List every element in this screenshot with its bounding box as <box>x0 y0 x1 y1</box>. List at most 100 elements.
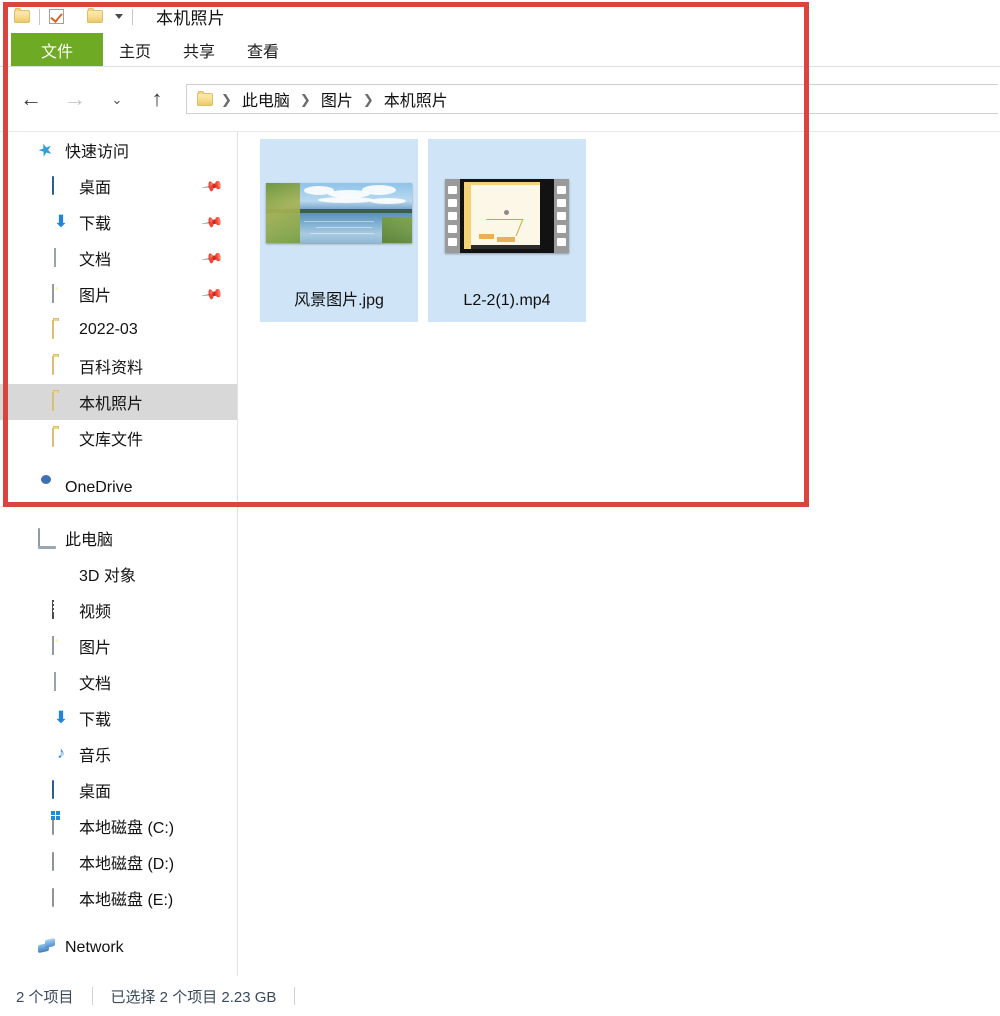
pin-icon[interactable]: 📌 <box>201 210 224 233</box>
document-icon <box>52 672 70 691</box>
3d-objects-icon <box>52 565 70 583</box>
breadcrumb-separator: ❯ <box>221 91 232 107</box>
file-item-video[interactable]: L2-2(1).mp4 <box>428 139 586 322</box>
drive-icon <box>52 852 70 871</box>
quick-access-new-folder-icon[interactable] <box>87 7 103 24</box>
nav-label: 桌面 <box>79 180 112 197</box>
quick-access-properties-icon[interactable] <box>14 7 30 24</box>
nav-label: 本地磁盘 (C:) <box>79 820 175 837</box>
star-icon: ★ <box>35 138 56 162</box>
sidebar-item-onedrive[interactable]: OneDrive <box>0 470 237 506</box>
status-divider <box>91 987 93 1005</box>
forward-button[interactable]: → <box>60 84 90 114</box>
breadcrumb-separator: ❯ <box>362 91 374 107</box>
status-bar: 2 个项目 已选择 2 个项目 2.23 GB <box>0 976 1000 1016</box>
file-list-area[interactable]: 风景图片.jpg L2-2(1).mp4 <box>238 132 1000 976</box>
ribbon-tabs: 文件 主页 共享 查看 <box>0 33 1000 67</box>
folder-icon <box>52 320 70 339</box>
download-icon: ⬇ <box>53 708 69 727</box>
breadcrumb-item-current[interactable]: 本机照片 <box>382 87 450 111</box>
toolbar-divider <box>132 8 133 25</box>
sidebar-item-3d-objects[interactable]: 3D 对象 <box>0 556 237 592</box>
tab-view[interactable]: 查看 <box>231 33 295 67</box>
sidebar-item-music[interactable]: ♪ 音乐 <box>0 736 237 772</box>
image-thumbnail <box>266 182 412 243</box>
recent-locations-button[interactable]: ⌄ <box>102 84 132 114</box>
music-icon: ♪ <box>57 745 65 762</box>
slide-content <box>464 181 540 249</box>
sidebar-item-desktop[interactable]: 桌面 📌 <box>0 168 237 204</box>
breadcrumb[interactable]: ❯ 此电脑 ❯ 图片 ❯ 本机照片 <box>186 84 998 114</box>
nav-label: 音乐 <box>79 748 112 765</box>
item-count-label: 2 个项目 <box>16 988 74 1006</box>
sidebar-item-documents-pc[interactable]: 文档 <box>0 664 237 700</box>
nav-label: 本地磁盘 (D:) <box>79 856 175 873</box>
tab-file[interactable]: 文件 <box>11 33 103 67</box>
network-icon <box>38 939 56 957</box>
thumbnail <box>428 139 586 292</box>
nav-label: 百科资料 <box>79 360 144 377</box>
desktop-icon <box>52 780 70 799</box>
sidebar-item-drive-c[interactable]: 本地磁盘 (C:) <box>0 808 237 844</box>
this-pc-icon <box>38 528 56 547</box>
film-strip-right <box>554 179 569 253</box>
file-item-image[interactable]: 风景图片.jpg <box>260 139 418 322</box>
nav-label: 下载 <box>79 712 112 729</box>
document-icon <box>52 248 70 267</box>
sidebar-item-wenku-wenjian[interactable]: 文库文件 <box>0 420 237 456</box>
back-button[interactable]: ← <box>16 84 46 114</box>
up-button[interactable]: ↑ <box>142 84 172 114</box>
ribbon-divider <box>0 66 1000 67</box>
nav-label: 文档 <box>79 676 112 693</box>
sidebar-item-drive-d[interactable]: 本地磁盘 (D:) <box>0 844 237 880</box>
thumbnail <box>260 139 418 286</box>
sidebar-item-this-pc[interactable]: 此电脑 <box>0 520 237 556</box>
window-title: 本机照片 <box>156 9 225 28</box>
nav-label: 图片 <box>79 288 112 305</box>
chevron-down-icon[interactable] <box>115 14 123 19</box>
drive-icon <box>52 888 70 907</box>
sidebar-item-pictures-pc[interactable]: 图片 <box>0 628 237 664</box>
sidebar-item-2022-03[interactable]: 2022-03 <box>0 312 237 348</box>
download-icon: ⬇ <box>53 212 69 231</box>
pictures-icon <box>52 636 70 655</box>
file-name: L2-2(1).mp4 <box>463 292 551 309</box>
checkbox-checked-icon[interactable] <box>49 9 64 24</box>
folder-icon <box>52 428 70 447</box>
breadcrumb-item-this-pc[interactable]: 此电脑 <box>240 87 292 111</box>
pin-icon[interactable]: 📌 <box>201 174 224 197</box>
desktop-icon <box>52 176 70 195</box>
pin-icon[interactable]: 📌 <box>201 282 224 305</box>
file-name: 风景图片.jpg <box>294 292 384 309</box>
nav-label: 文档 <box>79 252 112 269</box>
pin-icon[interactable]: 📌 <box>201 246 224 269</box>
sidebar-item-documents[interactable]: 文档 📌 <box>0 240 237 276</box>
windows-drive-icon <box>52 816 70 835</box>
tab-home[interactable]: 主页 <box>103 33 167 67</box>
folder-icon <box>52 392 70 411</box>
nav-label: 快速访问 <box>65 144 130 161</box>
nav-label: 本机照片 <box>79 396 144 413</box>
sidebar-item-desktop-pc[interactable]: 桌面 <box>0 772 237 808</box>
title-bar: 本机照片 <box>0 0 1000 33</box>
nav-label: 视频 <box>79 604 112 621</box>
nav-group-quick-access[interactable]: ★ 快速访问 <box>0 132 237 168</box>
sidebar-item-videos[interactable]: 视频 <box>0 592 237 628</box>
sidebar-item-network[interactable]: Network <box>0 930 237 966</box>
video-frame <box>460 178 554 253</box>
videos-icon <box>52 600 70 619</box>
pictures-icon <box>52 284 70 303</box>
sidebar-item-drive-e[interactable]: 本地磁盘 (E:) <box>0 880 237 916</box>
sidebar-item-downloads-pc[interactable]: ⬇ 下载 <box>0 700 237 736</box>
onedrive-icon <box>38 479 56 497</box>
nav-label: 文库文件 <box>79 432 144 449</box>
film-strip-left <box>445 179 460 253</box>
sidebar-item-baike-ziliao[interactable]: 百科资料 <box>0 348 237 384</box>
sidebar-item-pictures[interactable]: 图片 📌 <box>0 276 237 312</box>
breadcrumb-item-pictures[interactable]: 图片 <box>319 87 355 111</box>
tab-share[interactable]: 共享 <box>167 33 231 67</box>
nav-label: 本地磁盘 (E:) <box>79 892 174 909</box>
folder-icon <box>197 90 213 106</box>
sidebar-item-downloads[interactable]: ⬇ 下载 📌 <box>0 204 237 240</box>
sidebar-item-benji-zhaopian[interactable]: 本机照片 <box>0 384 237 420</box>
